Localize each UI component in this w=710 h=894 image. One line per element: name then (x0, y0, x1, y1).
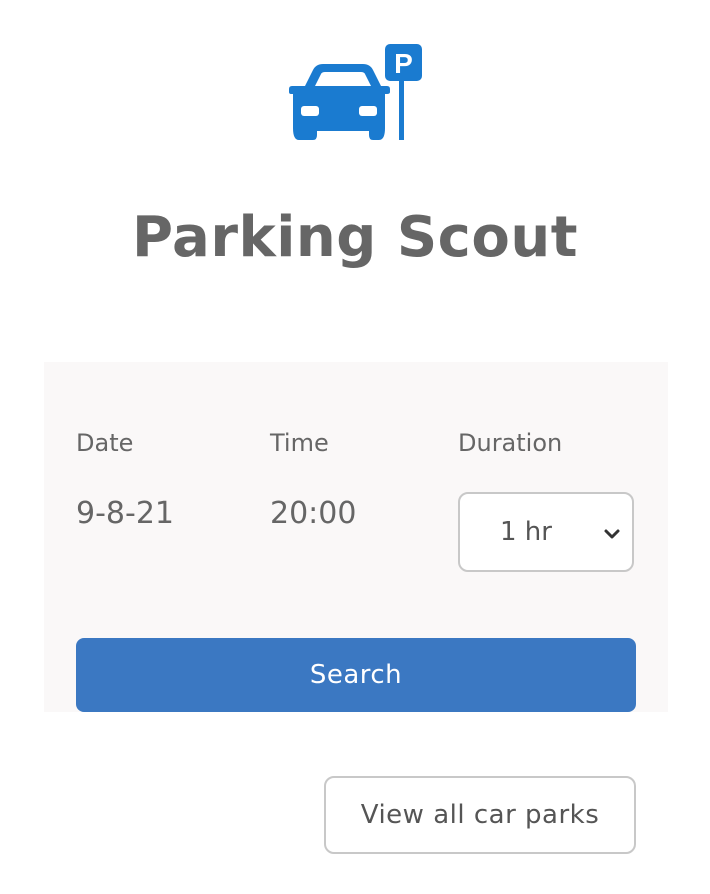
duration-selected-value: 1 hr (500, 517, 552, 547)
time-label: Time (270, 429, 329, 457)
app-title: Parking Scout (132, 205, 578, 270)
date-label: Date (76, 429, 134, 457)
parking-car-logo-icon: P (289, 44, 423, 142)
svg-text:P: P (394, 48, 413, 79)
search-button[interactable]: Search (76, 638, 636, 712)
chevron-down-icon (602, 524, 622, 544)
search-panel: Date Time Duration 9-8-21 20:00 1 hr Sea… (44, 362, 668, 712)
view-all-car-parks-button[interactable]: View all car parks (324, 776, 636, 854)
duration-label: Duration (458, 429, 563, 457)
duration-select[interactable]: 1 hr (458, 492, 634, 572)
date-value[interactable]: 9-8-21 (76, 496, 174, 532)
time-value[interactable]: 20:00 (270, 496, 356, 532)
